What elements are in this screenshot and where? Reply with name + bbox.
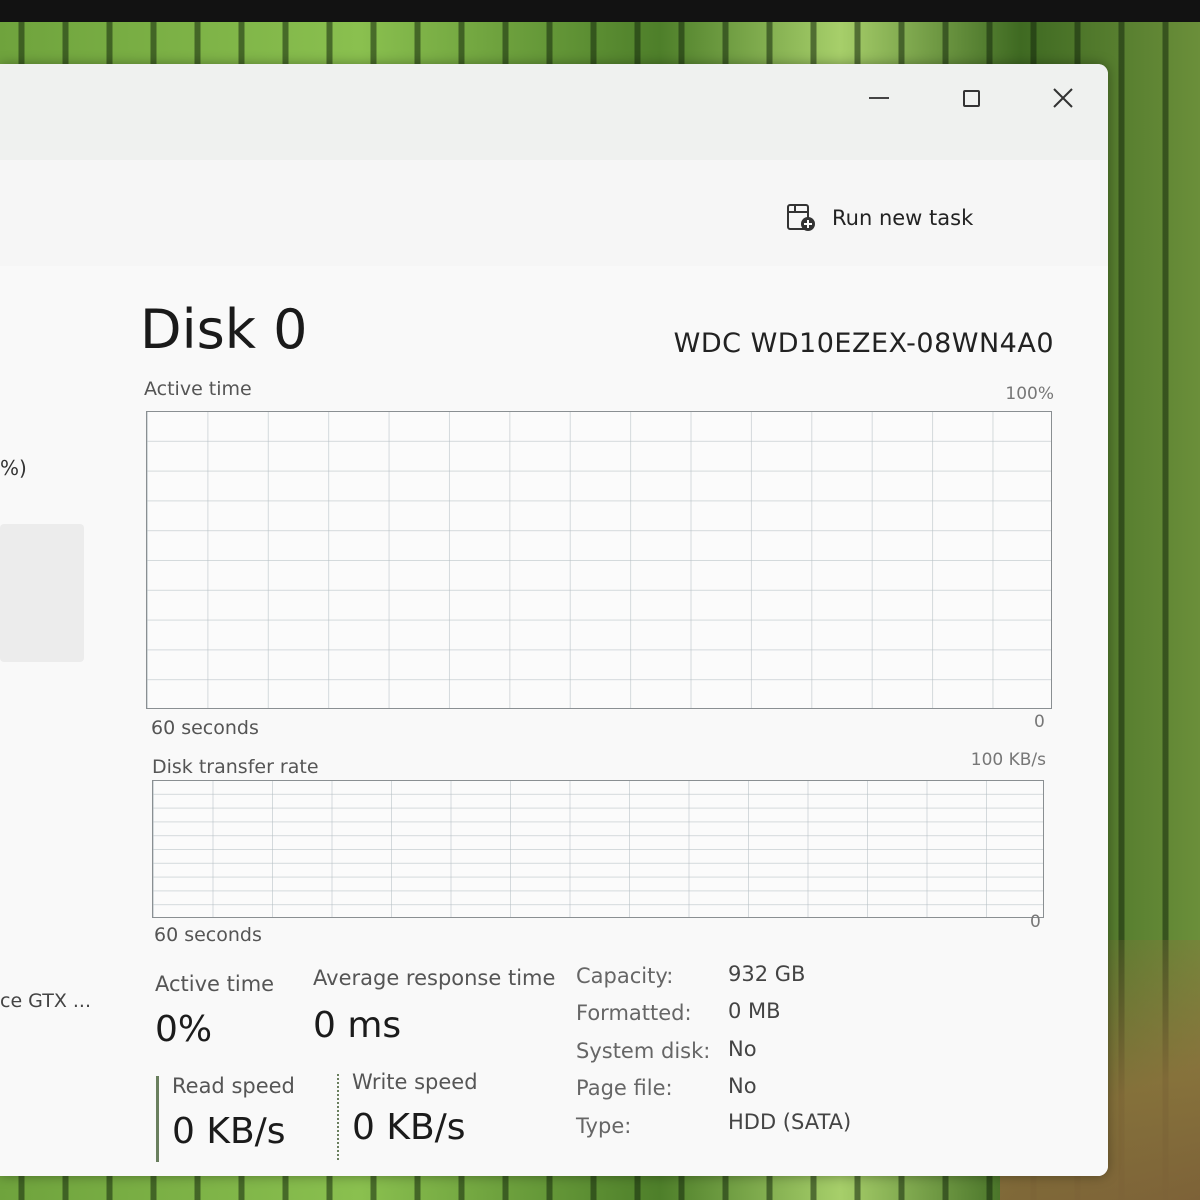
sidebar-item-partial-text: %) bbox=[0, 456, 27, 480]
task-manager-window: Run new task %) ce GTX ... Disk 0 WDC WD… bbox=[0, 64, 1108, 1176]
capacity-key: Capacity: bbox=[576, 964, 674, 988]
transfer-rate-graph bbox=[152, 780, 1044, 918]
write-speed-value: 0 KB/s bbox=[352, 1107, 466, 1148]
formatted-value: 0 MB bbox=[728, 999, 781, 1023]
title-bar bbox=[0, 64, 1108, 160]
capacity-value: 932 GB bbox=[728, 962, 806, 986]
page-file-key: Page file: bbox=[576, 1076, 673, 1100]
active-time-min-label: 0 bbox=[1034, 712, 1045, 732]
avg-response-value: 0 ms bbox=[313, 1005, 402, 1046]
active-time-duration-label: 60 seconds bbox=[151, 717, 259, 739]
sidebar-item-gpu[interactable]: ce GTX ... bbox=[0, 990, 91, 1012]
read-speed-indicator bbox=[156, 1076, 159, 1162]
page-file-value: No bbox=[728, 1074, 757, 1098]
page-title: Disk 0 bbox=[140, 298, 308, 361]
type-key: Type: bbox=[576, 1114, 632, 1138]
minimize-button[interactable] bbox=[856, 78, 902, 118]
transfer-rate-duration-label: 60 seconds bbox=[154, 924, 262, 946]
transfer-rate-max-label: 100 KB/s bbox=[970, 750, 1046, 770]
write-speed-indicator bbox=[337, 1074, 339, 1160]
formatted-key: Formatted: bbox=[576, 1001, 692, 1025]
system-disk-key: System disk: bbox=[576, 1039, 711, 1063]
active-time-graph-label: Active time bbox=[144, 378, 252, 400]
minimize-icon bbox=[869, 97, 889, 99]
disk-model: WDC WD10EZEX-08WN4A0 bbox=[673, 328, 1054, 359]
avg-response-label: Average response time bbox=[313, 966, 556, 990]
screen-bezel bbox=[0, 0, 1200, 22]
run-new-task-button[interactable]: Run new task bbox=[786, 198, 973, 238]
close-button[interactable] bbox=[1040, 78, 1086, 118]
sidebar-item-selected[interactable] bbox=[0, 524, 84, 662]
read-speed-label: Read speed bbox=[172, 1074, 295, 1098]
active-time-stat-value: 0% bbox=[155, 1009, 213, 1050]
close-icon bbox=[1053, 88, 1073, 108]
active-time-max-label: 100% bbox=[1005, 384, 1054, 404]
active-time-stat-label: Active time bbox=[155, 972, 275, 996]
run-task-icon bbox=[787, 204, 815, 231]
run-new-task-label: Run new task bbox=[832, 206, 974, 230]
transfer-rate-min-label: 0 bbox=[1030, 912, 1041, 932]
active-time-graph bbox=[146, 411, 1052, 709]
maximize-icon bbox=[962, 89, 980, 107]
write-speed-label: Write speed bbox=[352, 1070, 478, 1094]
maximize-button[interactable] bbox=[948, 78, 994, 118]
read-speed-value: 0 KB/s bbox=[172, 1111, 286, 1152]
system-disk-value: No bbox=[728, 1037, 757, 1061]
type-value: HDD (SATA) bbox=[728, 1110, 852, 1134]
transfer-rate-graph-label: Disk transfer rate bbox=[152, 756, 319, 778]
